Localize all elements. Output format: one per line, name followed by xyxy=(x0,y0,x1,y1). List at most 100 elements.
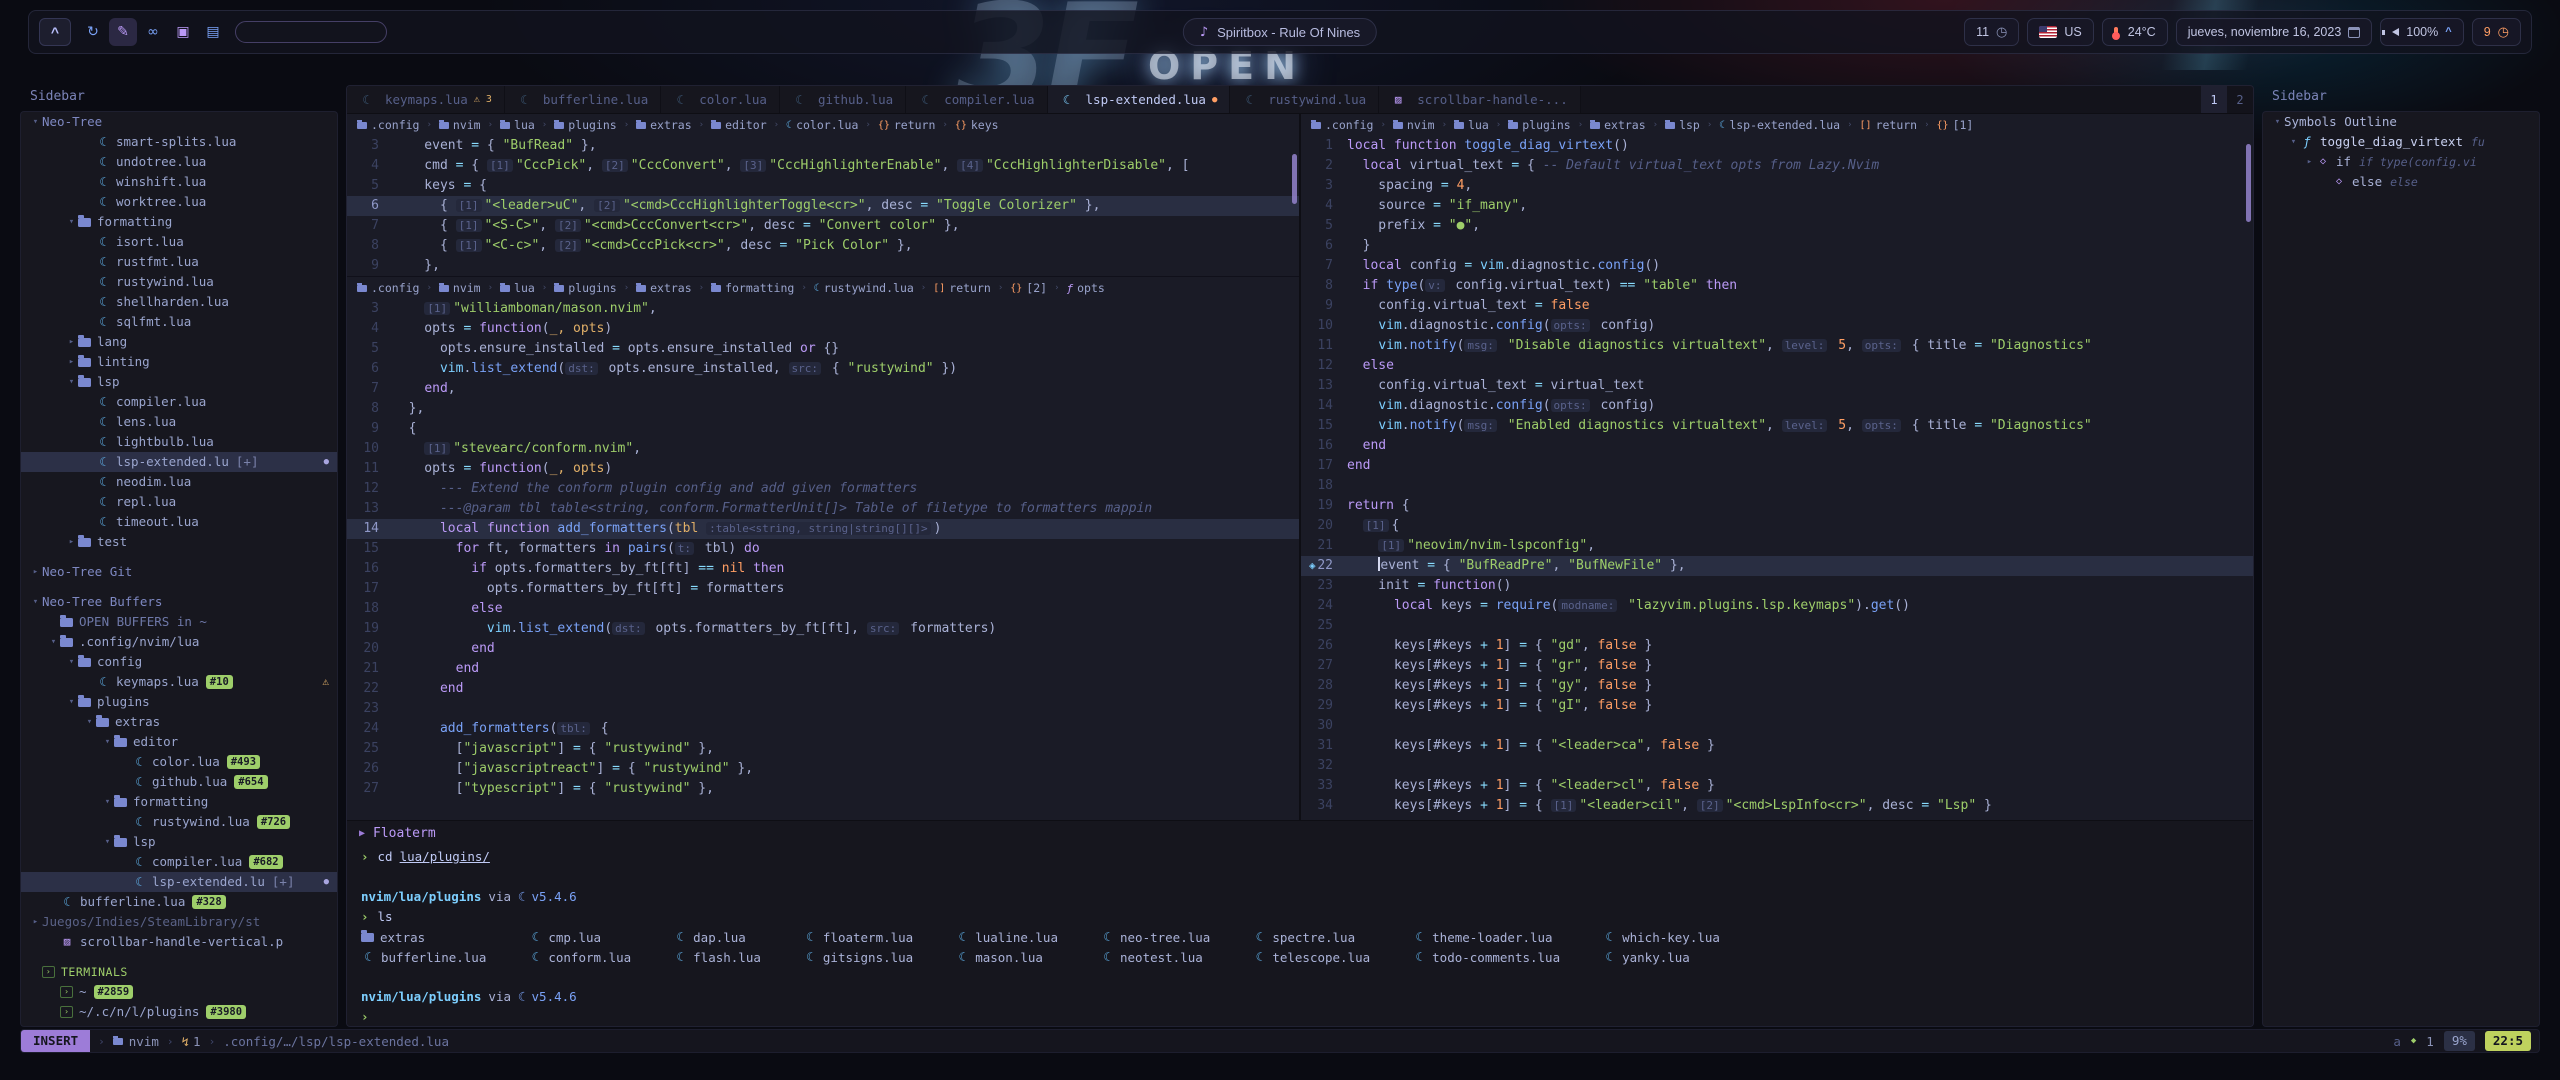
tree-item[interactable]: OPEN BUFFERS in ~ xyxy=(21,612,337,632)
breadcrumb-item[interactable]: lua xyxy=(1454,118,1489,132)
tree-item[interactable]: ☾shellharden.lua xyxy=(21,292,337,312)
date-widget[interactable]: jueves, noviembre 16, 2023 xyxy=(2176,18,2373,46)
breadcrumb-item[interactable]: {}keys xyxy=(955,118,999,132)
tree-item[interactable]: ☾timeout.lua xyxy=(21,512,337,532)
tree-section-header[interactable]: ▾Neo-Tree Buffers xyxy=(21,592,337,612)
tree-item[interactable]: ☾github.lua#654 xyxy=(21,772,337,792)
timer-widget[interactable]: 9 ◷ xyxy=(2472,18,2521,46)
outline-item[interactable]: ◇elseelse xyxy=(2263,172,2539,192)
notes-button[interactable]: ▤ xyxy=(199,18,227,46)
neo-tree-panel[interactable]: ▾Neo-Tree☾smart-splits.lua☾undotree.lua☾… xyxy=(20,111,338,1027)
breadcrumb-item[interactable]: editor xyxy=(711,118,767,132)
tree-item[interactable]: ☾sqlfmt.lua xyxy=(21,312,337,332)
tab-github-lua[interactable]: ☾github.lua xyxy=(780,86,906,113)
tree-item[interactable]: ▸Juegos/Indies/SteamLibrary/st xyxy=(21,912,337,932)
file-entry[interactable]: ☾lualine.lua xyxy=(955,927,1058,947)
tree-item[interactable]: ☾color.lua#493 xyxy=(21,752,337,772)
breadcrumb-item[interactable]: plugins xyxy=(1508,118,1570,132)
file-entry[interactable]: ☾which-key.lua xyxy=(1602,927,1720,947)
pomodoro-widget[interactable]: 11 ◷ xyxy=(1964,18,2019,46)
breadcrumb-item[interactable]: nvim xyxy=(439,281,481,295)
outline-item[interactable]: ▾ƒtoggle_diag_virtextfu xyxy=(2263,132,2539,152)
breadcrumb-item[interactable]: nvim xyxy=(439,118,481,132)
breadcrumb-item[interactable]: formatting xyxy=(711,281,794,295)
tree-item[interactable]: ☾lens.lua xyxy=(21,412,337,432)
tree-item[interactable]: ▾extras xyxy=(21,712,337,732)
tab-bufferline-lua[interactable]: ☾bufferline.lua xyxy=(505,86,661,113)
tree-item[interactable]: ›~/.c/n/l/plugins#3980 xyxy=(21,1002,337,1022)
refresh-button[interactable]: ↻ xyxy=(79,18,107,46)
breadcrumb-item[interactable]: ☾color.lua xyxy=(786,118,858,132)
music-widget[interactable]: ♪ Spiritbox - Rule Of Nines xyxy=(1183,18,1377,46)
tree-item[interactable]: ▸linting xyxy=(21,352,337,372)
tree-item[interactable]: ☾winshift.lua xyxy=(21,172,337,192)
file-entry[interactable]: ☾spectre.lua xyxy=(1252,927,1370,947)
outline-header[interactable]: ▾Symbols Outline xyxy=(2263,112,2539,132)
tree-item[interactable]: ☾neodim.lua xyxy=(21,472,337,492)
link-button[interactable]: ∞ xyxy=(139,18,167,46)
tree-item[interactable]: ☾lightbulb.lua xyxy=(21,432,337,452)
file-entry[interactable]: ☾flash.lua xyxy=(673,947,761,967)
tab-color-lua[interactable]: ☾color.lua xyxy=(661,86,780,113)
breadcrumb-item[interactable]: {}return xyxy=(878,118,936,132)
tab-scrollbar-handle-[interactable]: ▨scrollbar-handle-... xyxy=(1379,86,1581,113)
outline-item[interactable]: ▸◇ifif type(config.vi xyxy=(2263,152,2539,172)
scrollbar-handle[interactable] xyxy=(1292,154,1297,204)
breadcrumb-item[interactable]: []return xyxy=(933,281,991,295)
breadcrumb-item[interactable]: extras xyxy=(1590,118,1646,132)
tree-item[interactable]: ☾undotree.lua xyxy=(21,152,337,172)
file-entry[interactable]: ☾cmp.lua xyxy=(528,927,631,947)
breadcrumb-item[interactable]: .config xyxy=(357,118,419,132)
breadcrumb-item[interactable]: {}[1] xyxy=(1937,118,1974,132)
file-entry[interactable]: extras xyxy=(361,927,486,947)
tree-item[interactable]: ☾lsp-extended.lu[+]● xyxy=(21,872,337,892)
breadcrumb-item[interactable]: .config xyxy=(357,281,419,295)
tree-item[interactable]: ▾.config/nvim/lua xyxy=(21,632,337,652)
breadcrumb-item[interactable]: extras xyxy=(636,281,692,295)
breadcrumb-item[interactable]: plugins xyxy=(554,118,616,132)
tree-item[interactable]: ☾smart-splits.lua xyxy=(21,132,337,152)
breadcrumb-item[interactable]: {}[2] xyxy=(1010,281,1047,295)
tree-item[interactable]: ▾plugins xyxy=(21,692,337,712)
tree-item[interactable]: ☾bufferline.lua#328 xyxy=(21,892,337,912)
breadcrumb-item[interactable]: lua xyxy=(500,281,535,295)
file-entry[interactable]: ☾yanky.lua xyxy=(1602,947,1720,967)
breadcrumb-item[interactable]: .config xyxy=(1311,118,1373,132)
breadcrumb-item[interactable]: ☾lsp-extended.lua xyxy=(1719,118,1840,132)
tree-item[interactable]: ☾isort.lua xyxy=(21,232,337,252)
breadcrumb-item[interactable]: []return xyxy=(1860,118,1918,132)
file-entry[interactable]: ☾gitsigns.lua xyxy=(803,947,913,967)
tree-section-header[interactable]: ▸Neo-Tree Git xyxy=(21,562,337,582)
tab-rustywind-lua[interactable]: ☾rustywind.lua xyxy=(1230,86,1379,113)
tree-item[interactable]: ▾formatting xyxy=(21,792,337,812)
tree-item[interactable]: ☾repl.lua xyxy=(21,492,337,512)
topbar-search-input[interactable] xyxy=(235,21,387,43)
tree-item[interactable]: ▸lang xyxy=(21,332,337,352)
symbols-outline-panel[interactable]: ▾Symbols Outline▾ƒtoggle_diag_virtextfu▸… xyxy=(2262,111,2540,1027)
breadcrumb-item[interactable]: lsp xyxy=(1665,118,1700,132)
floaterm-header[interactable]: ▶ Floaterm xyxy=(347,821,2253,845)
breadcrumb-item[interactable]: ƒopts xyxy=(1066,281,1104,295)
tree-item[interactable]: ▾config xyxy=(21,652,337,672)
tree-item[interactable]: ☾lsp-extended.lu[+]● xyxy=(21,452,337,472)
edit-button[interactable]: ✎ xyxy=(109,18,137,46)
tree-item[interactable]: ☾rustfmt.lua xyxy=(21,252,337,272)
breadcrumb-item[interactable]: ☾rustywind.lua xyxy=(814,281,914,295)
breadcrumb-item[interactable]: plugins xyxy=(554,281,616,295)
tree-item[interactable]: ☾compiler.lua#682 xyxy=(21,852,337,872)
file-entry[interactable]: ☾mason.lua xyxy=(955,947,1058,967)
keyboard-layout-widget[interactable]: US xyxy=(2027,18,2093,46)
file-entry[interactable]: ☾neo-tree.lua xyxy=(1100,927,1210,947)
terminal[interactable]: ›cdlua/plugins/ nvim/lua/pluginsvia☾v5.4… xyxy=(347,845,2253,1026)
launcher-button[interactable]: ^ xyxy=(39,18,71,46)
tree-item[interactable]: ☾compiler.lua xyxy=(21,392,337,412)
tree-item[interactable]: ▾formatting xyxy=(21,212,337,232)
volume-widget[interactable]: 100% ^ xyxy=(2380,18,2463,46)
tree-item[interactable]: ▾editor xyxy=(21,732,337,752)
tab-lsp-extended-lua[interactable]: ☾lsp-extended.lua● xyxy=(1048,86,1231,113)
file-entry[interactable]: ☾todo-comments.lua xyxy=(1412,947,1560,967)
file-entry[interactable]: ☾dap.lua xyxy=(673,927,761,947)
tree-item[interactable]: ▾lsp xyxy=(21,832,337,852)
tabpage-1[interactable]: 1 xyxy=(2201,86,2227,113)
file-entry[interactable]: ☾conform.lua xyxy=(528,947,631,967)
